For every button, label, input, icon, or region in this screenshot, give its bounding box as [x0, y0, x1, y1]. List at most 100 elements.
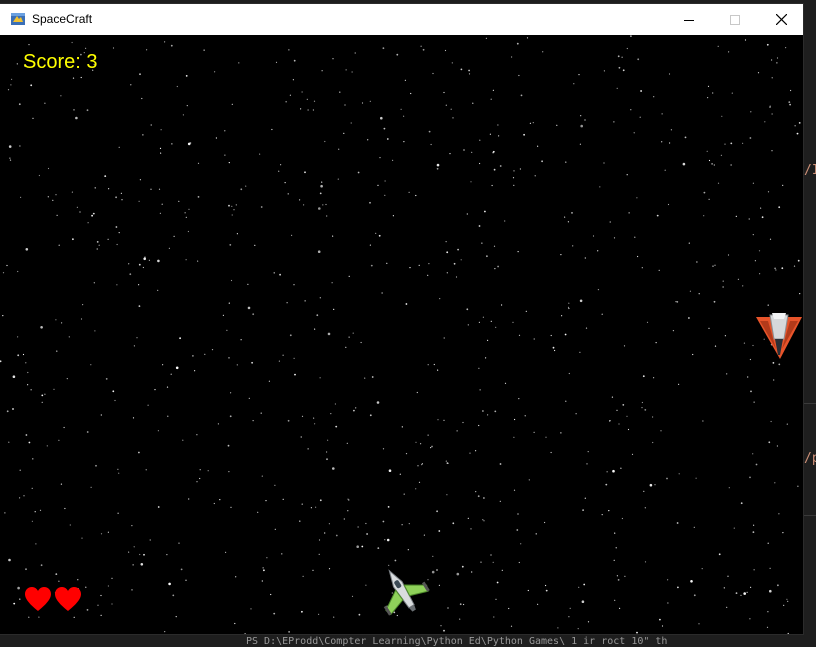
star [799, 293, 801, 295]
star [250, 608, 252, 610]
star [17, 270, 19, 273]
star [114, 399, 116, 402]
star [319, 192, 322, 195]
star [450, 108, 452, 110]
star [616, 409, 618, 411]
star [537, 145, 539, 147]
star [238, 62, 240, 64]
star [382, 47, 385, 50]
star [328, 568, 331, 570]
minimize-button[interactable] [666, 4, 712, 35]
star [752, 182, 755, 184]
star [178, 542, 180, 544]
star [225, 551, 227, 554]
star [501, 304, 503, 306]
star [187, 142, 191, 146]
star [265, 500, 267, 502]
star [312, 109, 314, 111]
star [478, 225, 481, 227]
star [527, 589, 529, 592]
star [247, 283, 249, 285]
star [148, 259, 150, 261]
star [39, 509, 42, 511]
star [235, 204, 237, 206]
star [230, 506, 232, 508]
star [10, 84, 12, 86]
close-button[interactable] [758, 4, 804, 35]
star [315, 506, 317, 508]
star [750, 586, 752, 588]
star [47, 167, 50, 170]
star [769, 589, 772, 593]
star [431, 570, 435, 574]
star [73, 616, 75, 618]
star [228, 302, 230, 304]
star [380, 116, 383, 120]
star [150, 188, 152, 190]
star [597, 250, 599, 252]
star [112, 390, 115, 393]
star [345, 346, 347, 348]
star [286, 302, 288, 304]
star [649, 483, 653, 487]
title-bar[interactable]: SpaceCraft [0, 4, 803, 35]
star [606, 471, 608, 473]
star [95, 464, 97, 467]
star [631, 453, 634, 455]
star [636, 197, 638, 199]
star [138, 284, 140, 286]
star [214, 71, 216, 73]
star [737, 278, 740, 280]
star [508, 607, 510, 610]
star [81, 537, 83, 539]
star [369, 244, 371, 246]
star [318, 553, 320, 556]
star [712, 265, 714, 267]
maximize-button[interactable] [712, 4, 758, 35]
star [6, 264, 8, 267]
star [475, 491, 477, 493]
star [427, 364, 429, 366]
star [587, 621, 590, 623]
star [641, 267, 643, 269]
star [786, 598, 788, 600]
star [268, 380, 270, 382]
star [352, 332, 354, 334]
star [418, 264, 420, 266]
game-canvas[interactable]: Score: 3 [0, 35, 803, 634]
star [299, 199, 301, 201]
star [213, 502, 215, 505]
star [157, 289, 159, 291]
star [335, 425, 338, 428]
star [713, 164, 715, 166]
star [766, 43, 769, 46]
star [6, 410, 9, 413]
star [518, 74, 520, 77]
star [319, 499, 322, 502]
star [572, 245, 574, 247]
star [92, 212, 95, 215]
star [164, 631, 166, 633]
star [204, 353, 206, 355]
star [717, 45, 719, 47]
star [436, 163, 440, 167]
star [335, 534, 338, 537]
star [348, 336, 350, 338]
star [370, 264, 373, 267]
star [382, 448, 385, 450]
star [266, 557, 268, 559]
star [730, 142, 733, 145]
star [637, 255, 639, 258]
star [188, 208, 190, 210]
star [28, 616, 30, 618]
star [116, 284, 118, 286]
star [384, 194, 386, 196]
star [770, 420, 772, 423]
star [754, 260, 757, 262]
star [447, 607, 449, 609]
star [642, 375, 645, 378]
star [524, 415, 526, 417]
star [303, 204, 305, 206]
star [480, 561, 482, 563]
star [626, 47, 628, 50]
